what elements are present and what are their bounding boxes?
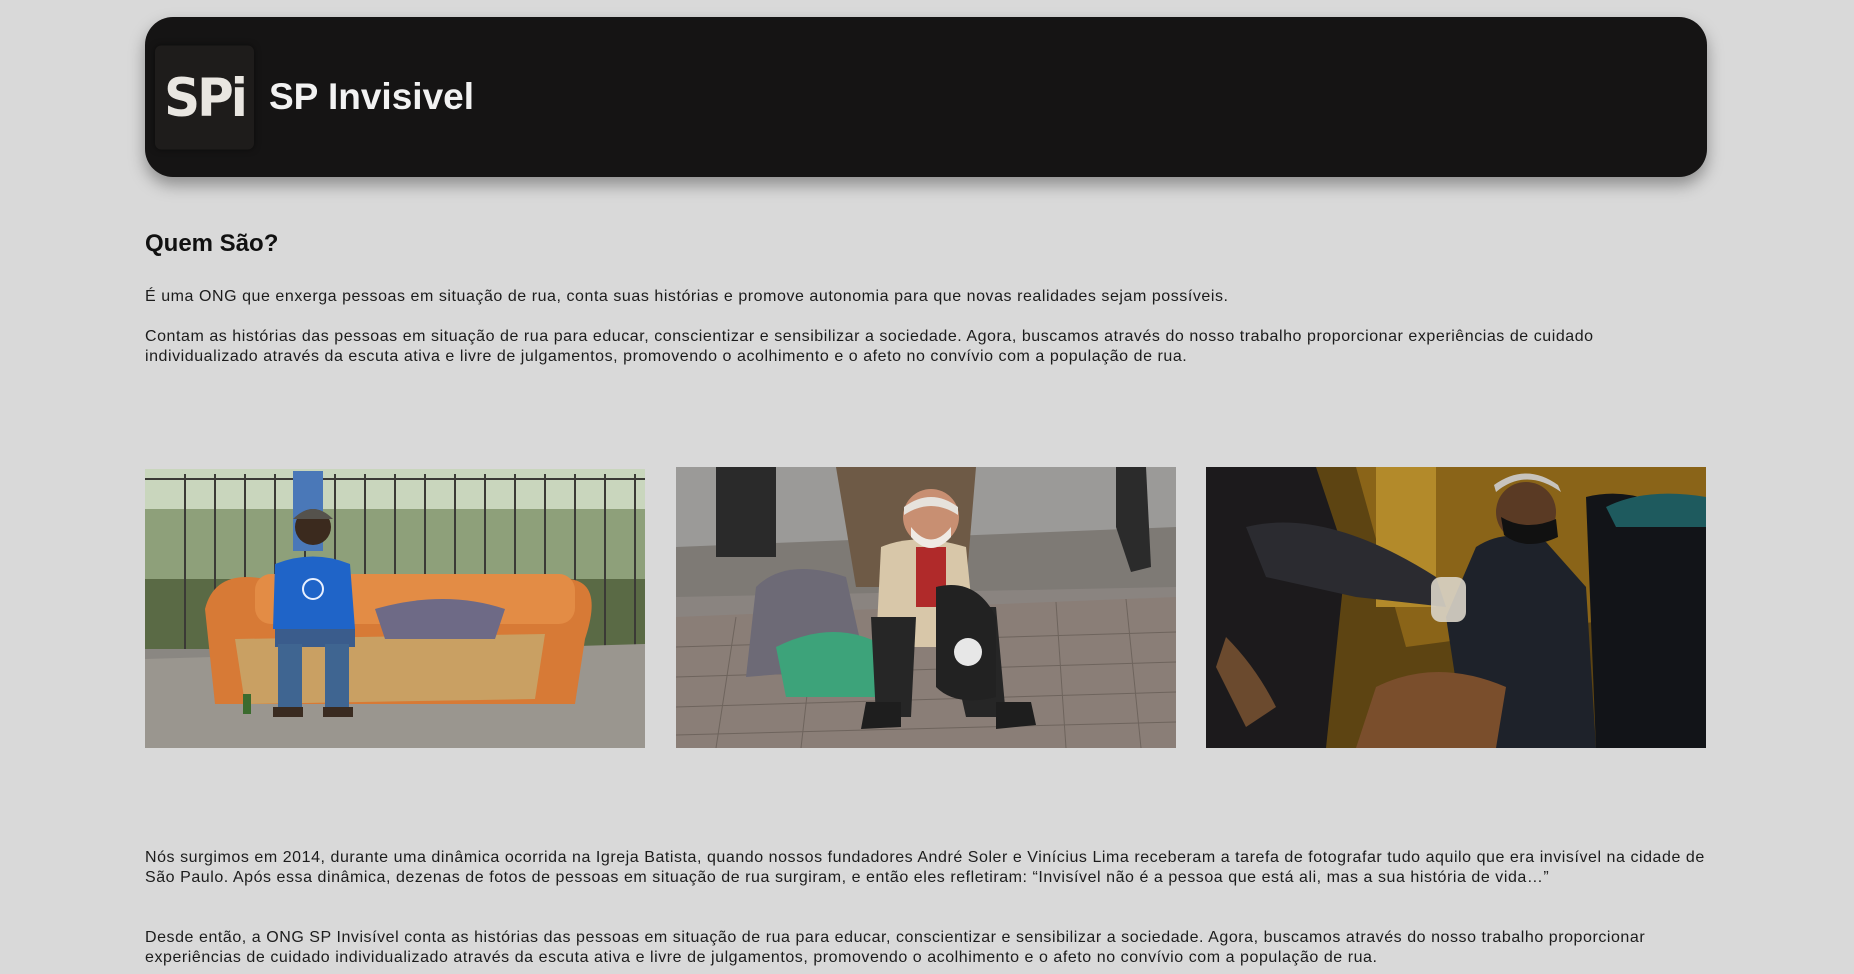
photo-smiling-man-sidewalk <box>676 467 1176 748</box>
photo-man-on-sofa <box>145 469 645 748</box>
current-work-paragraph: Desde então, a ONG SP Invisível conta as… <box>145 929 1646 966</box>
mission-paragraph: Contam as histórias das pessoas em situa… <box>145 328 1594 365</box>
site-header: SPi SP Invisivel <box>145 17 1707 177</box>
intro-paragraph: É uma ONG que enxerga pessoas em situaçã… <box>145 288 1229 305</box>
photo-gallery <box>145 467 1707 748</box>
section-heading: Quem São? <box>145 230 279 257</box>
photo-volunteers-night <box>1206 467 1706 748</box>
history-paragraph: Nós surgimos em 2014, durante uma dinâmi… <box>145 849 1705 886</box>
site-title: SP Invisivel <box>269 76 474 117</box>
site-logo[interactable]: SPi <box>155 45 254 149</box>
